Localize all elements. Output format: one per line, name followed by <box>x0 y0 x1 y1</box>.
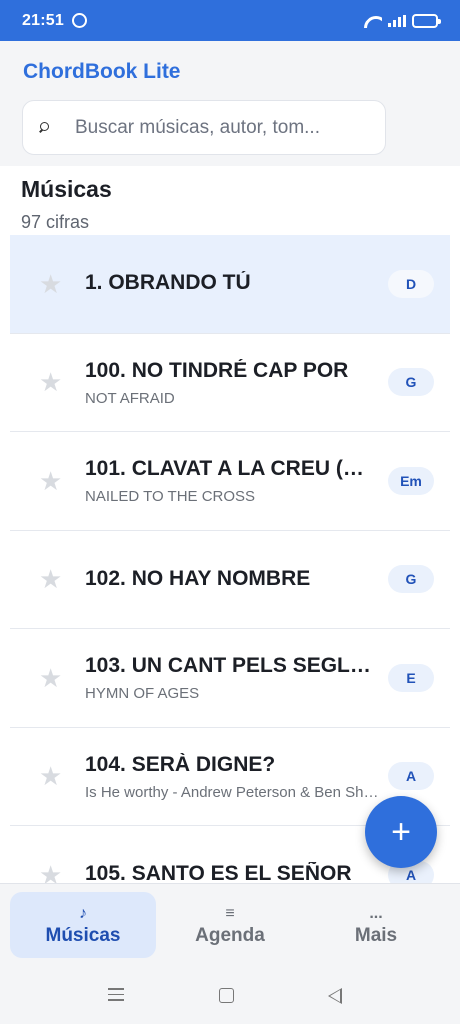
song-row[interactable]: ★ 100. NO TINDRÉ CAP POR NOT AFRAID G <box>10 334 450 432</box>
nav-label: Músicas <box>45 925 121 946</box>
song-row[interactable]: ★ 101. CLAVAT A LA CREU (EXALTADO) NAILED … <box>10 432 450 531</box>
app-header: ChordBook Lite <box>0 41 460 166</box>
back-icon[interactable] <box>328 988 342 1004</box>
favorite-star-icon[interactable]: ★ <box>39 271 62 297</box>
wifi-icon <box>364 14 382 28</box>
system-navigation-bar <box>0 967 460 1024</box>
search-input[interactable] <box>75 116 365 139</box>
section-title: Músicas <box>21 176 112 202</box>
key-badge: G <box>388 565 434 594</box>
status-time: 21:51 <box>22 11 64 29</box>
song-list: ★ 1. OBRANDO TÚ D ★ 100. NO TINDRÉ CAP POR NO… <box>10 235 450 883</box>
favorite-star-icon[interactable]: ★ <box>39 665 62 691</box>
key-badge: G <box>388 368 434 397</box>
list-icon: ≡ <box>225 905 235 922</box>
bottom-navigation: ♪ Músicas ≡ Agenda ... Mais <box>0 883 460 967</box>
more-icon: ... <box>369 905 383 922</box>
song-subtitle: NOT AFRAID <box>85 389 175 407</box>
recent-apps-icon[interactable] <box>108 988 124 1002</box>
favorite-star-icon[interactable]: ★ <box>39 566 62 592</box>
whatsapp-icon <box>71 13 87 28</box>
app-title: ChordBook Lite <box>23 60 181 83</box>
nav-label: Agenda <box>195 925 265 946</box>
battery-icon <box>412 13 441 28</box>
song-title: 100. NO TINDRÉ CAP POR <box>85 358 349 382</box>
song-title: 104. SERÀ DIGNE? <box>85 752 276 776</box>
key-badge: D <box>388 269 434 298</box>
song-title: 105. SANTO ES EL SEÑOR <box>85 862 352 883</box>
nav-tab-mais[interactable]: ... Mais <box>303 892 449 958</box>
add-song-button[interactable]: + <box>365 796 437 868</box>
key-badge: Em <box>388 466 434 495</box>
song-title: 102. NO HAY NOMBRE <box>85 566 311 590</box>
song-row[interactable]: ★ 103. UN CANT PELS SEGLES HYMN OF AGES E <box>10 629 450 728</box>
nav-tab-musicas[interactable]: ♪ Músicas <box>10 892 156 958</box>
key-badge: E <box>388 663 434 692</box>
song-title: 103. UN CANT PELS SEGLES <box>85 654 377 677</box>
search-box[interactable] <box>22 100 386 155</box>
song-row[interactable]: ★ 1. OBRANDO TÚ D <box>10 235 450 334</box>
favorite-star-icon[interactable]: ★ <box>39 468 62 494</box>
song-subtitle: Is He worthy - Andrew Peterson & Ben Shi… <box>85 783 379 801</box>
nav-tab-agenda[interactable]: ≡ Agenda <box>157 892 303 958</box>
home-icon[interactable] <box>219 988 234 1003</box>
search-icon <box>37 121 51 135</box>
song-subtitle: HYMN OF AGES <box>85 685 200 702</box>
song-row[interactable]: ★ 102. NO HAY NOMBRE G <box>10 531 450 629</box>
status-bar: 21:51 <box>0 0 460 41</box>
nav-label: Mais <box>354 925 398 946</box>
favorite-star-icon[interactable]: ★ <box>39 862 62 883</box>
song-title: 1. OBRANDO TÚ <box>85 271 251 294</box>
song-title: 101. CLAVAT A LA CREU (EXALTADO) <box>85 457 377 480</box>
song-count: 97 cifras <box>21 212 90 232</box>
song-list-panel[interactable]: Músicas 97 cifras ★ 1. OBRANDO TÚ D ★ 100. N… <box>0 166 460 883</box>
favorite-star-icon[interactable]: ★ <box>39 369 62 395</box>
signal-icon <box>388 14 406 27</box>
key-badge: A <box>388 762 434 791</box>
music-note-icon: ♪ <box>79 905 87 922</box>
favorite-star-icon[interactable]: ★ <box>39 763 62 789</box>
song-subtitle: NAILED TO THE CROSS <box>85 488 256 505</box>
